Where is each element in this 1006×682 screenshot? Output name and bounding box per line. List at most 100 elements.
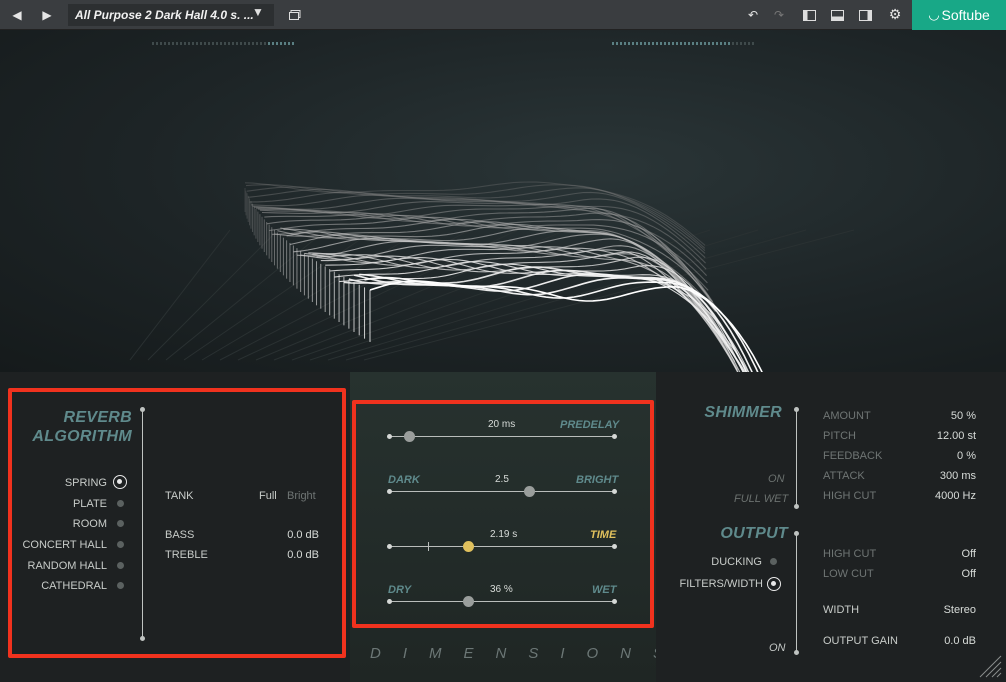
brand-logo[interactable]: ◡ Softube bbox=[912, 0, 1006, 30]
bottom-panel-icon[interactable] bbox=[824, 4, 850, 26]
right-panel-icon[interactable] bbox=[852, 4, 878, 26]
chevron-down-icon[interactable]: ▼ bbox=[252, 5, 264, 19]
ducking-label[interactable]: DUCKING bbox=[696, 556, 762, 568]
meter-segment bbox=[628, 42, 630, 45]
meter-segment bbox=[196, 42, 198, 45]
preset-name-field[interactable]: All Purpose 2 Dark Hall 4.0 s. ... bbox=[68, 4, 274, 26]
shimmer-feedback-label: FEEDBACK bbox=[823, 450, 883, 462]
shimmer-pitch-label: PITCH bbox=[823, 430, 856, 442]
meter-segment bbox=[236, 42, 238, 45]
meter-segment bbox=[624, 42, 626, 45]
meter-segment bbox=[188, 42, 190, 45]
meter-segment bbox=[180, 42, 182, 45]
meter-segment bbox=[256, 42, 258, 45]
meter-segment bbox=[640, 42, 642, 45]
meter-segment bbox=[184, 42, 186, 45]
arrow-left-icon[interactable]: ◀ bbox=[4, 4, 30, 26]
divider-end bbox=[794, 504, 799, 509]
filters-width-label[interactable]: FILTERS/WIDTH bbox=[676, 578, 763, 590]
meter-segment bbox=[668, 42, 670, 45]
output-divider bbox=[796, 534, 797, 652]
meter-segment bbox=[656, 42, 658, 45]
meter-segment bbox=[620, 42, 622, 45]
meter-segment bbox=[712, 42, 714, 45]
output-gain-value[interactable]: 0.0 dB bbox=[906, 635, 976, 647]
shimmer-on-toggle[interactable]: ON bbox=[768, 473, 785, 485]
meter-segment bbox=[240, 42, 242, 45]
resize-handle-icon[interactable] bbox=[976, 652, 1002, 678]
meter-segment bbox=[636, 42, 638, 45]
gear-icon[interactable]: ⚙ bbox=[882, 4, 908, 26]
low-cut-label: LOW CUT bbox=[823, 568, 874, 580]
meter-segment bbox=[708, 42, 710, 45]
meter-segment bbox=[152, 42, 154, 45]
undo-icon[interactable]: ↶ bbox=[740, 4, 766, 26]
filters-width-toggle-icon[interactable] bbox=[767, 577, 781, 591]
meter-segment bbox=[704, 42, 706, 45]
meter-segment bbox=[676, 42, 678, 45]
meter-segment bbox=[192, 42, 194, 45]
divider-end bbox=[794, 407, 799, 412]
meter-segment bbox=[248, 42, 250, 45]
meter-segment bbox=[720, 42, 722, 45]
meter-segment bbox=[264, 42, 266, 45]
meter-segment bbox=[228, 42, 230, 45]
meter-segment bbox=[268, 42, 270, 45]
shimmer-attack-value[interactable]: 300 ms bbox=[906, 470, 976, 482]
meter-segment bbox=[288, 42, 290, 45]
meter-segment bbox=[752, 42, 754, 45]
meter-segment bbox=[200, 42, 202, 45]
high-cut-label: HIGH CUT bbox=[823, 548, 877, 560]
decay-slice bbox=[246, 186, 706, 252]
meter-segment bbox=[664, 42, 666, 45]
meter-segment bbox=[660, 42, 662, 45]
width-label: WIDTH bbox=[823, 604, 860, 616]
shimmer-output-panel: SHIMMER ON FULL WET AMOUNT 50 % PITCH 12… bbox=[656, 372, 1006, 682]
meter-segment bbox=[644, 42, 646, 45]
meter-segment bbox=[224, 42, 226, 45]
meter-segment bbox=[292, 42, 294, 45]
decay-waterfall-graph bbox=[129, 42, 855, 372]
brand-name: Softube bbox=[941, 7, 990, 23]
window-icon[interactable] bbox=[282, 4, 308, 26]
meter-segment bbox=[612, 42, 614, 45]
meter-segment bbox=[716, 42, 718, 45]
shimmer-amount-value[interactable]: 50 % bbox=[906, 410, 976, 422]
decay-slice bbox=[369, 280, 763, 372]
floor-grid-line bbox=[129, 229, 231, 361]
dimensions-footer: DIMENSIONS bbox=[370, 645, 686, 662]
high-cut-value[interactable]: Off bbox=[906, 548, 976, 560]
meter-segment bbox=[692, 42, 694, 45]
meter-segment bbox=[232, 42, 234, 45]
shimmer-high-cut-value[interactable]: 4000 Hz bbox=[906, 490, 976, 502]
meter-segment bbox=[632, 42, 634, 45]
left-panel-icon[interactable] bbox=[796, 4, 822, 26]
annotation-box-algorithm bbox=[8, 388, 346, 658]
ducking-toggle-icon[interactable] bbox=[770, 558, 777, 565]
low-cut-value[interactable]: Off bbox=[906, 568, 976, 580]
shimmer-pitch-value[interactable]: 12.00 st bbox=[906, 430, 976, 442]
shimmer-divider bbox=[796, 410, 797, 506]
shimmer-high-cut-label: HIGH CUT bbox=[823, 490, 877, 502]
meter-segment bbox=[284, 42, 286, 45]
shimmer-feedback-value[interactable]: 0 % bbox=[906, 450, 976, 462]
reverb-visualizer bbox=[0, 30, 1006, 372]
meter-segment bbox=[696, 42, 698, 45]
meter-segment bbox=[652, 42, 654, 45]
output-on-toggle[interactable]: ON bbox=[769, 642, 786, 654]
arrow-right-icon[interactable]: ▶ bbox=[34, 4, 60, 26]
redo-icon[interactable]: ↷ bbox=[766, 4, 792, 26]
meter-segment bbox=[216, 42, 218, 45]
width-value[interactable]: Stereo bbox=[906, 604, 976, 616]
meter-segment bbox=[724, 42, 726, 45]
meter-segment bbox=[728, 42, 730, 45]
meter-segment bbox=[208, 42, 210, 45]
meter-segment bbox=[744, 42, 746, 45]
meter-segment bbox=[172, 42, 174, 45]
meter-segment bbox=[732, 42, 734, 45]
meter-segment bbox=[740, 42, 742, 45]
brand-mark-icon: ◡ bbox=[928, 7, 940, 22]
meter-segment bbox=[204, 42, 206, 45]
meter-segment bbox=[672, 42, 674, 45]
shimmer-full-wet-toggle[interactable]: FULL WET bbox=[734, 493, 788, 505]
